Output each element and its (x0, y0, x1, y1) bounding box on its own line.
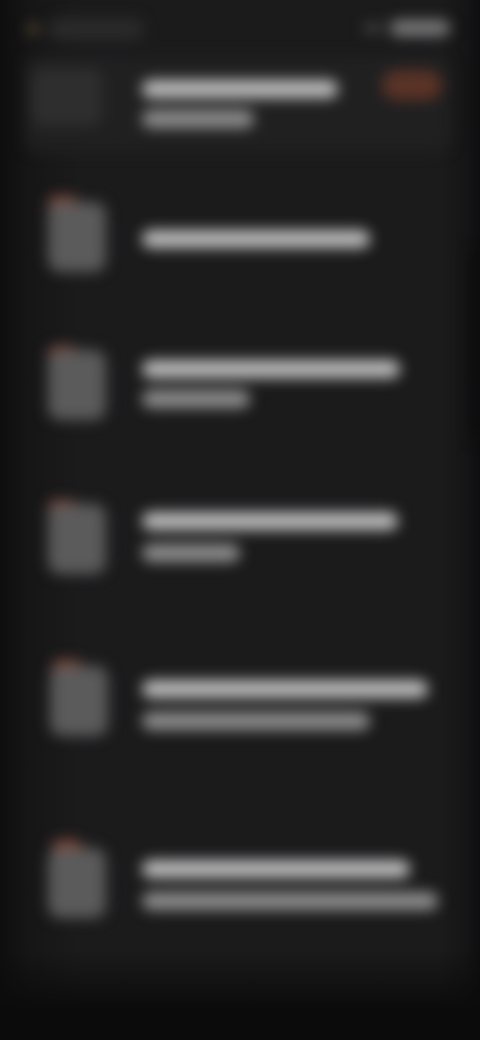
status-indicator-icon (28, 24, 38, 34)
article-thumbnail (50, 666, 108, 736)
status-text-block (48, 18, 144, 40)
list-item-subtitle (142, 544, 240, 562)
list-item-subtitle (142, 390, 250, 408)
status-left (28, 18, 144, 40)
featured-subtitle-line (142, 110, 254, 128)
list-item-title (142, 680, 428, 698)
app-screen (0, 0, 480, 1040)
list-item-title (142, 512, 398, 530)
list-item-title (142, 230, 370, 248)
battery-icon (390, 20, 450, 36)
article-thumbnail (48, 848, 106, 918)
featured-thumbnail (32, 68, 102, 126)
list-item-title (142, 360, 400, 378)
article-thumbnail (48, 350, 106, 420)
scrollbar[interactable] (472, 250, 478, 440)
article-thumbnail (48, 202, 106, 272)
status-bar (28, 14, 450, 46)
status-right (364, 20, 450, 36)
featured-title-line (142, 80, 338, 98)
article-thumbnail (48, 504, 106, 574)
bottom-fade (0, 950, 480, 1040)
list-item-title (142, 860, 410, 878)
blurred-content-layer (0, 0, 480, 1040)
signal-icon (364, 25, 382, 31)
featured-tag-button[interactable] (382, 70, 442, 100)
list-item-subtitle (142, 892, 438, 910)
list-item-subtitle (142, 712, 370, 730)
